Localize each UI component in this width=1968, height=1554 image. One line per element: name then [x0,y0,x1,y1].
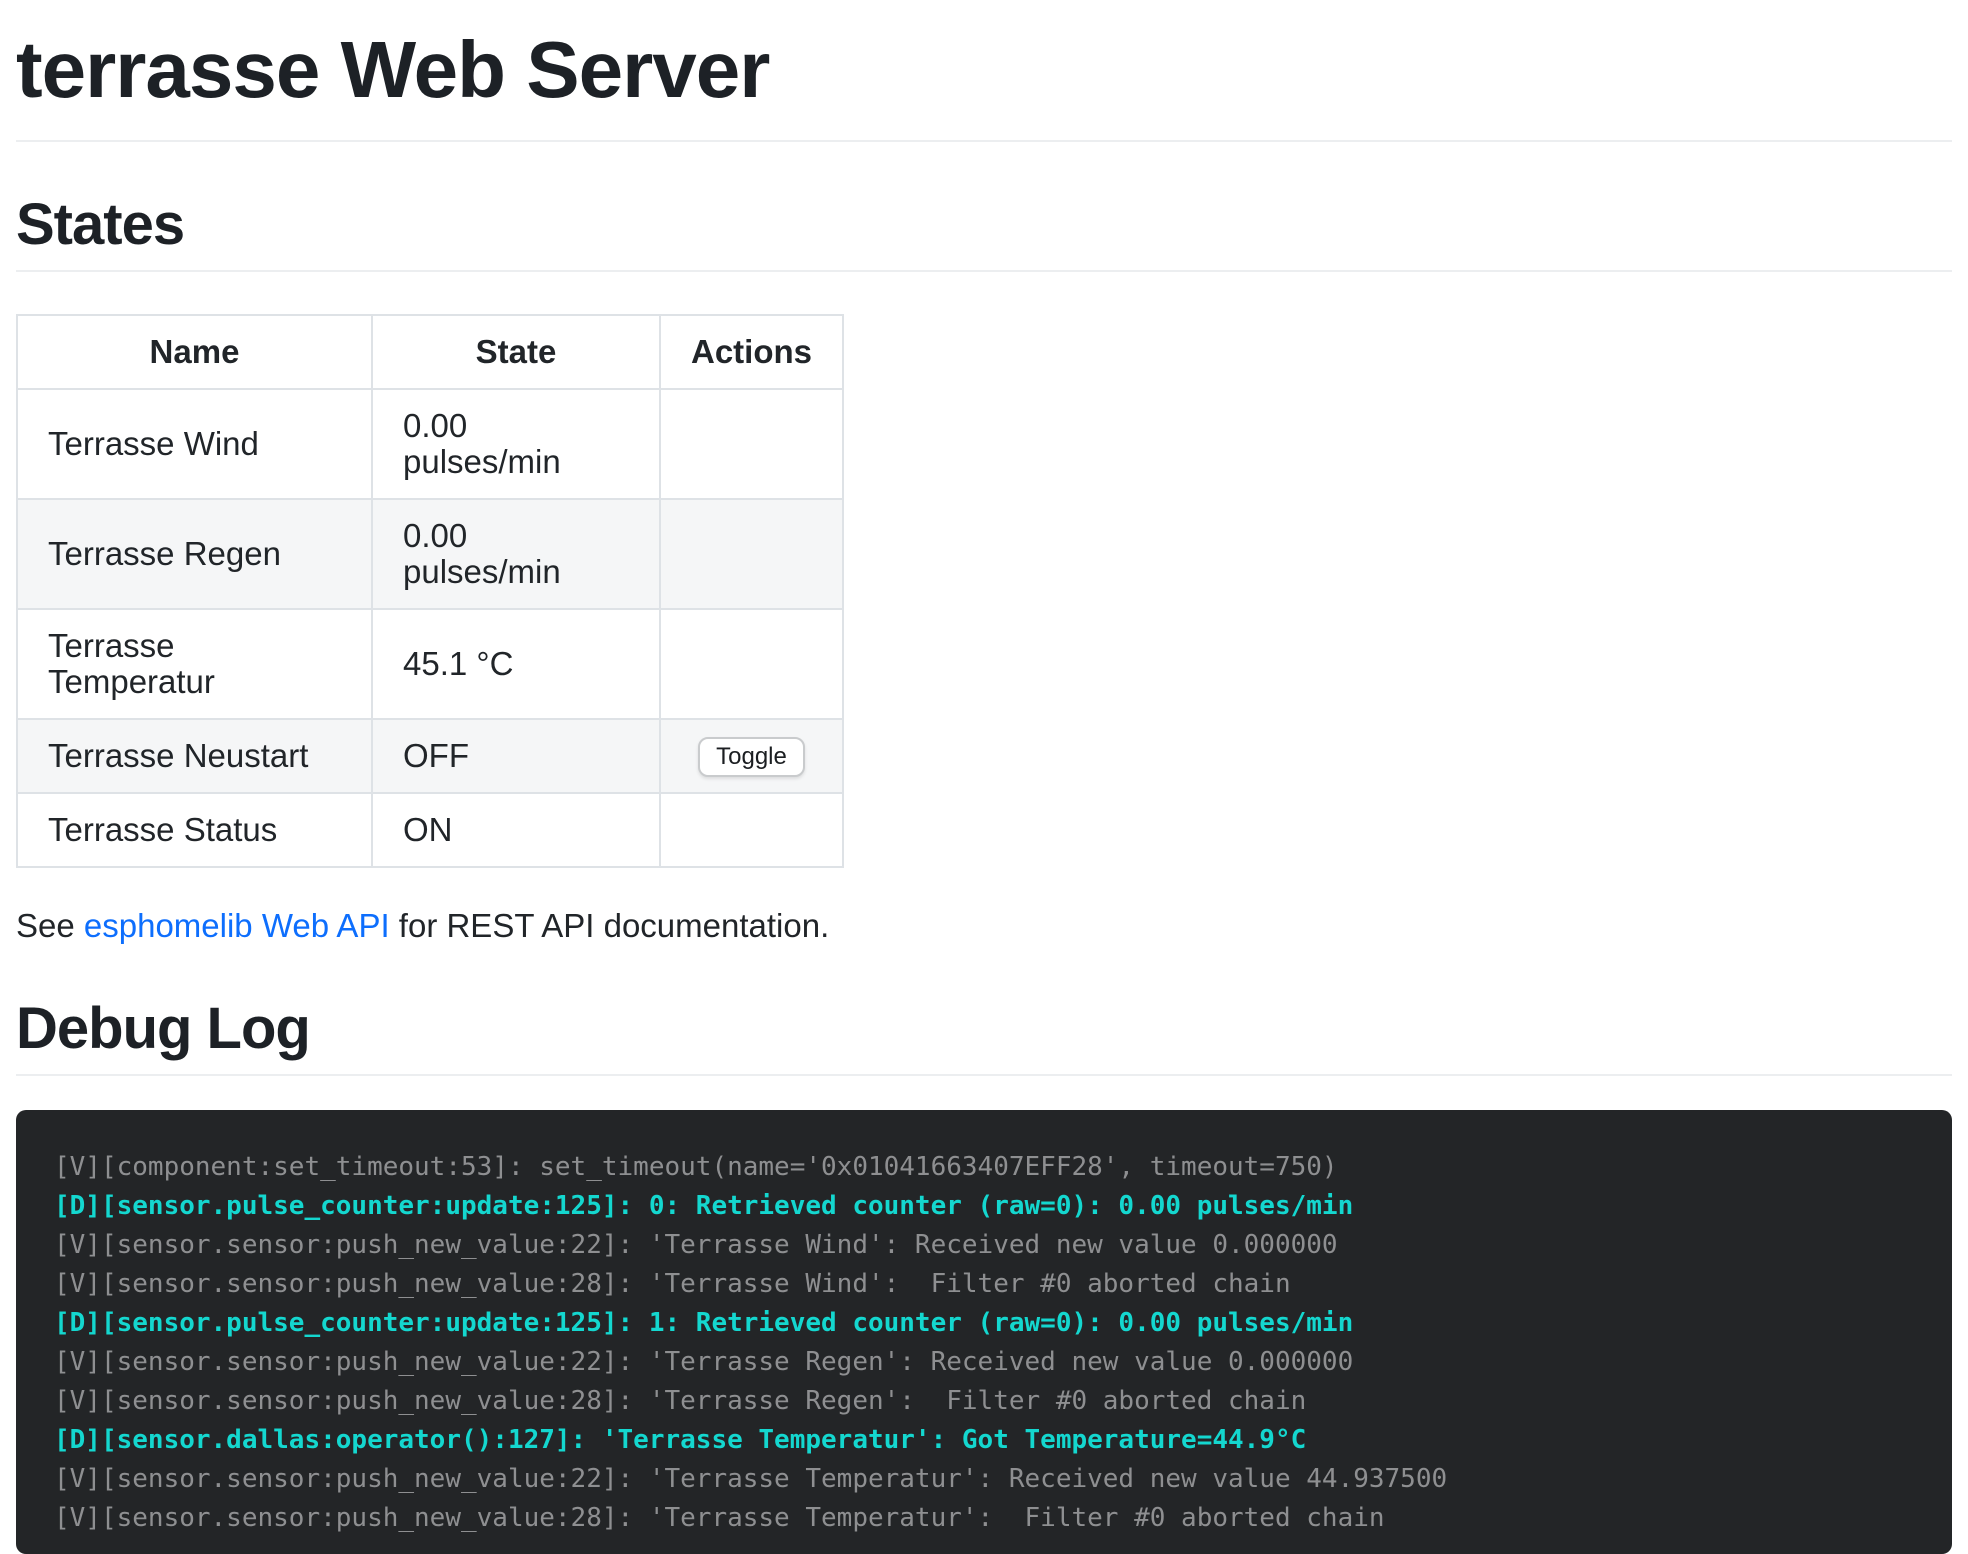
debug-log-divider [16,1074,1952,1076]
header-row: Name State Actions [17,315,843,389]
debug-log-console: [V][component:set_timeout:53]: set_timeo… [16,1110,1952,1554]
table-row: Terrasse NeustartOFF Toggle [17,719,843,793]
log-line: [V][sensor.sensor:push_new_value:28]: 'T… [54,1382,1922,1421]
cell-actions: Toggle [660,719,843,793]
states-table-header: Name State Actions [17,315,843,389]
column-header-actions: Actions [660,315,843,389]
cell-state: 45.1 °C [372,609,660,719]
page-title: terrasse Web Server [16,30,1952,110]
page: terrasse Web Server States Name State Ac… [0,30,1968,1554]
log-line: [V][component:set_timeout:53]: set_timeo… [54,1148,1922,1187]
cell-actions [660,389,843,499]
states-heading: States [16,196,1952,254]
column-header-state: State [372,315,660,389]
cell-name: Terrasse Regen [17,499,372,609]
log-line: [V][sensor.sensor:push_new_value:28]: 'T… [54,1265,1922,1304]
debug-log-heading: Debug Log [16,1000,1952,1058]
column-header-name: Name [17,315,372,389]
api-note: See esphomelib Web API for REST API docu… [16,906,1952,946]
cell-name: Terrasse Wind [17,389,372,499]
table-row: Terrasse Wind0.00 pulses/min [17,389,843,499]
toggle-button[interactable]: Toggle [698,737,805,778]
log-line: [V][sensor.sensor:push_new_value:22]: 'T… [54,1460,1922,1499]
log-line: [V][sensor.sensor:push_new_value:22]: 'T… [54,1343,1922,1382]
log-line: [D][sensor.pulse_counter:update:125]: 0:… [54,1187,1922,1226]
cell-name: Terrasse Temperatur [17,609,372,719]
states-table: Name State Actions Terrasse Wind0.00 pul… [16,314,844,868]
cell-name: Terrasse Neustart [17,719,372,793]
cell-actions [660,609,843,719]
log-line: [D][sensor.pulse_counter:update:125]: 1:… [54,1304,1922,1343]
cell-state: 0.00 pulses/min [372,499,660,609]
cell-actions [660,793,843,867]
table-row: Terrasse Regen0.00 pulses/min [17,499,843,609]
api-note-prefix: See [16,907,84,944]
log-line: [D][sensor.dallas:operator():127]: 'Terr… [54,1421,1922,1460]
states-table-body: Terrasse Wind0.00 pulses/minTerrasse Reg… [17,389,843,867]
api-note-suffix: for REST API documentation. [390,907,830,944]
table-row: Terrasse StatusON [17,793,843,867]
log-line: [V][sensor.sensor:push_new_value:28]: 'T… [54,1499,1922,1538]
cell-name: Terrasse Status [17,793,372,867]
cell-state: OFF [372,719,660,793]
cell-state: 0.00 pulses/min [372,389,660,499]
log-line: [V][sensor.sensor:push_new_value:22]: 'T… [54,1226,1922,1265]
table-row: Terrasse Temperatur45.1 °C [17,609,843,719]
cell-actions [660,499,843,609]
states-divider [16,270,1952,272]
web-api-link[interactable]: esphomelib Web API [84,907,390,944]
cell-state: ON [372,793,660,867]
title-divider [16,140,1952,142]
